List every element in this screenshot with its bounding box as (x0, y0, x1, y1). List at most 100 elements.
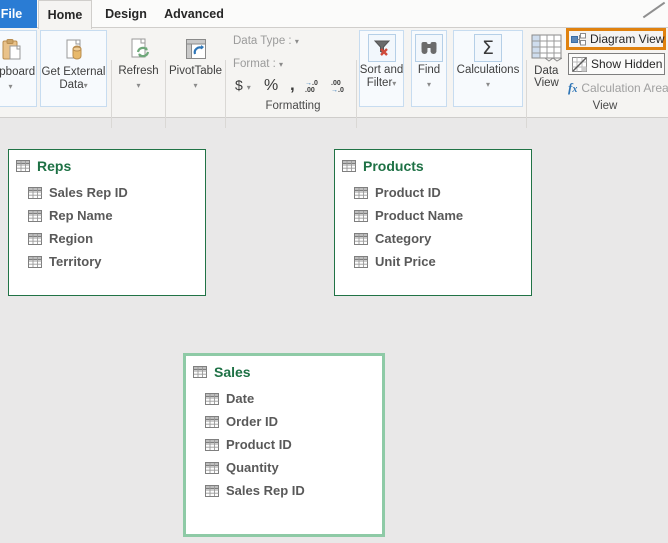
diagram-view-icon (571, 32, 586, 46)
clipboard-button[interactable]: Clipboard (0, 30, 37, 107)
field-label: Region (49, 231, 94, 246)
table-title-row[interactable]: Products (335, 150, 531, 174)
ribbon-home: Clipboard Get External Data (0, 28, 668, 128)
pivottable-icon (184, 35, 208, 63)
comma-format-button[interactable]: , (290, 75, 295, 95)
table-icon (193, 366, 207, 378)
ribbon-tab-bar: File Home Design Advanced (0, 0, 668, 29)
field-icon (205, 392, 219, 405)
table-icon (16, 160, 30, 172)
calculation-area-label: Calculation Area (581, 81, 668, 95)
show-hidden-button[interactable]: Show Hidden (568, 53, 665, 75)
data-type-dropdown[interactable]: Data Type : (233, 35, 299, 47)
annotation-arrow-line (642, 1, 666, 19)
field-item[interactable]: Date (186, 387, 382, 410)
field-icon (205, 438, 219, 451)
field-icon (205, 415, 219, 428)
data-view-button[interactable]: Data View (528, 30, 565, 107)
filter-icon (367, 34, 396, 62)
field-label: Quantity (226, 460, 279, 475)
field-item[interactable]: Order ID (186, 410, 382, 433)
show-hidden-icon (572, 56, 587, 72)
group-separator (526, 60, 527, 128)
field-label: Date (226, 391, 255, 406)
dropdown-caret-icon (486, 78, 490, 90)
blue-arrow-icon: → (305, 80, 312, 87)
field-label: Territory (49, 254, 102, 269)
calculation-area-button: fx Calculation Area (568, 79, 668, 97)
dropdown-caret-icon (193, 79, 197, 91)
get-external-data-label: Get External Data (42, 66, 106, 92)
increase-decimal-button[interactable]: →.0 .00 (305, 80, 318, 94)
field-list: Date Order ID Product ID Quantity Sales … (186, 387, 382, 502)
dropdown-caret-icon (392, 77, 396, 90)
diagram-view-button[interactable]: Diagram View (566, 28, 666, 50)
field-item[interactable]: Quantity (186, 456, 382, 479)
field-label: Product ID (375, 185, 441, 200)
get-external-data-button[interactable]: Get External Data (40, 30, 107, 107)
table-node-reps[interactable]: Reps Sales Rep ID Rep Name Region Territ… (8, 149, 206, 296)
field-label: Category (375, 231, 432, 246)
field-label: Unit Price (375, 254, 436, 269)
diagram-canvas[interactable]: Reps Sales Rep ID Rep Name Region Territ… (0, 119, 668, 543)
dropdown-caret-icon (8, 80, 12, 92)
field-icon (354, 255, 368, 268)
diagram-view-label: Diagram View (590, 32, 665, 46)
field-item[interactable]: Region (9, 227, 205, 250)
field-item[interactable]: Product Name (335, 204, 531, 227)
find-label: Find (417, 64, 441, 76)
field-list: Sales Rep ID Rep Name Region Territory (9, 181, 205, 273)
get-external-data-icon (62, 36, 86, 64)
field-label: Order ID (226, 414, 279, 429)
table-name: Sales (214, 364, 251, 380)
field-item[interactable]: Unit Price (335, 250, 531, 273)
fx-icon: fx (568, 80, 578, 95)
pivottable-button[interactable]: PivotTable (168, 30, 223, 107)
dropdown-caret-icon (279, 58, 283, 70)
group-separator (356, 60, 357, 128)
dropdown-caret-icon (295, 35, 299, 47)
powerpivot-window: File Home Design Advanced Clipboard (0, 0, 668, 543)
decrease-decimal-button[interactable]: .00 →.0 (331, 80, 344, 94)
field-item[interactable]: Category (335, 227, 531, 250)
sort-and-filter-button[interactable]: Sort and Filter (359, 30, 404, 107)
field-item[interactable]: Sales Rep ID (186, 479, 382, 502)
clipboard-label: Clipboard (0, 66, 36, 78)
percent-format-button[interactable]: % (264, 77, 278, 95)
field-icon (28, 209, 42, 222)
binoculars-icon (415, 34, 443, 62)
field-item[interactable]: Territory (9, 250, 205, 273)
field-icon (28, 186, 42, 199)
field-item[interactable]: Product ID (186, 433, 382, 456)
dropdown-caret-icon (136, 79, 140, 91)
currency-format-button[interactable]: $ (235, 77, 251, 93)
dropdown-caret-icon (247, 77, 251, 93)
field-label: Rep Name (49, 208, 113, 223)
tab-advanced[interactable]: Advanced (160, 0, 228, 28)
field-item[interactable]: Sales Rep ID (9, 181, 205, 204)
field-icon (28, 255, 42, 268)
sort-and-filter-label: Sort and Filter (360, 64, 403, 90)
table-title-row[interactable]: Reps (9, 150, 205, 174)
field-icon (205, 484, 219, 497)
tab-home[interactable]: Home (38, 0, 92, 29)
table-node-products[interactable]: Products Product ID Product Name Categor… (334, 149, 532, 296)
format-dropdown[interactable]: Format : (233, 58, 283, 70)
blue-arrow-icon: → (331, 87, 338, 94)
field-icon (205, 461, 219, 474)
table-name: Reps (37, 158, 72, 174)
field-label: Product Name (375, 208, 464, 223)
table-title-row[interactable]: Sales (186, 356, 382, 380)
refresh-button[interactable]: Refresh (114, 30, 163, 107)
field-label: Product ID (226, 437, 292, 452)
data-view-icon (531, 34, 563, 65)
field-icon (354, 186, 368, 199)
table-icon (342, 160, 356, 172)
tab-design[interactable]: Design (100, 0, 152, 28)
find-button[interactable]: Find (411, 30, 447, 107)
tab-file[interactable]: File (0, 0, 37, 28)
table-node-sales[interactable]: Sales Date Order ID Product ID Quantity (183, 353, 385, 537)
field-item[interactable]: Rep Name (9, 204, 205, 227)
field-item[interactable]: Product ID (335, 181, 531, 204)
calculations-button[interactable]: Σ Calculations (453, 30, 523, 107)
